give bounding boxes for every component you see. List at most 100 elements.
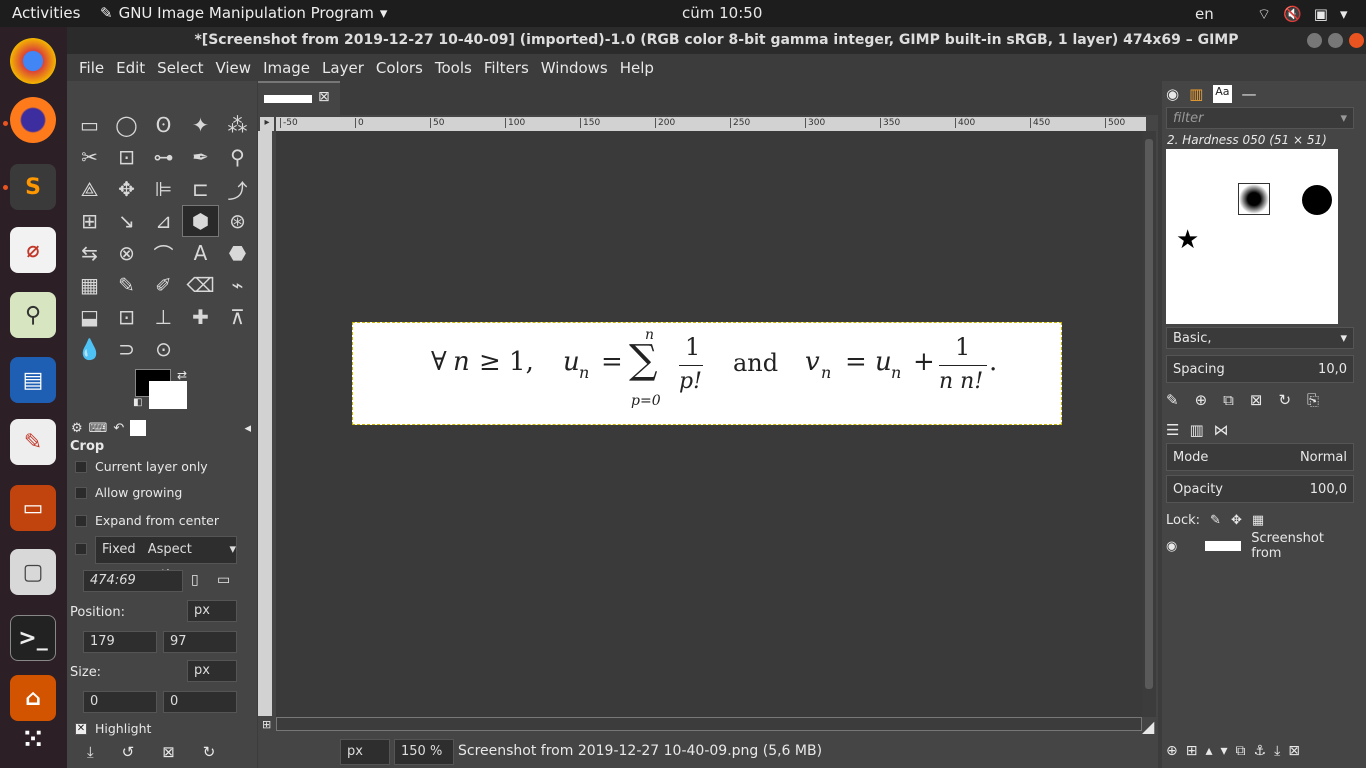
highlight-option[interactable]: ✕ Highlight bbox=[75, 721, 151, 736]
show-apps-icon[interactable]: ⁙ bbox=[10, 717, 56, 763]
duplicate-layer-icon[interactable]: ⧉ bbox=[1236, 743, 1246, 759]
tool-button[interactable]: ⌒ bbox=[145, 237, 182, 269]
language-indicator[interactable]: en bbox=[1195, 5, 1214, 23]
zoom-select[interactable]: 150 % bbox=[394, 739, 454, 765]
lower-layer-icon[interactable]: ▾ bbox=[1221, 743, 1228, 759]
brushes-tab-icon[interactable]: ◉ bbox=[1166, 85, 1179, 103]
tool-button[interactable]: ⊙ bbox=[145, 333, 182, 365]
menu-layer[interactable]: Layer bbox=[316, 54, 370, 81]
delete-options-icon[interactable]: ⊠ bbox=[162, 743, 175, 761]
configure-tab-icon[interactable]: ◂ bbox=[244, 421, 251, 436]
libreoffice-writer-icon[interactable]: ▤ bbox=[10, 357, 56, 403]
activities-button[interactable]: Activities bbox=[12, 4, 80, 22]
delete-brush-icon[interactable]: ⊠ bbox=[1250, 391, 1263, 409]
clock[interactable]: cüm 10:50 bbox=[682, 4, 762, 22]
tool-button[interactable]: ✂ bbox=[71, 141, 108, 173]
brush-filter-input[interactable]: filter ▾ bbox=[1166, 107, 1354, 129]
new-brush-icon[interactable]: ⊕ bbox=[1195, 391, 1208, 409]
minimize-button[interactable] bbox=[1307, 33, 1322, 48]
background-color[interactable] bbox=[149, 381, 187, 409]
tool-button[interactable]: A bbox=[182, 237, 219, 269]
menu-help[interactable]: Help bbox=[614, 54, 660, 81]
tool-button[interactable]: ⌁ bbox=[219, 269, 256, 301]
undo-history-tab-icon[interactable]: ↶ bbox=[113, 421, 124, 436]
spacing-slider[interactable]: Spacing 10,0 bbox=[1166, 355, 1354, 383]
default-colors-icon[interactable]: ◧ bbox=[133, 397, 142, 408]
raise-layer-icon[interactable]: ▴ bbox=[1205, 743, 1212, 759]
size-height-input[interactable]: 0 bbox=[163, 691, 237, 713]
horizontal-scrollbar[interactable] bbox=[276, 717, 1142, 731]
vertical-scrollbar[interactable] bbox=[1142, 131, 1156, 717]
app-menu[interactable]: ✎ GNU Image Manipulation Program ▾ bbox=[100, 4, 387, 22]
tool-button[interactable]: ✦ bbox=[182, 109, 219, 141]
sublime-text-icon[interactable]: S bbox=[10, 164, 56, 210]
selected-brush[interactable] bbox=[1238, 183, 1270, 215]
checkbox[interactable] bbox=[75, 486, 87, 499]
tool-button[interactable]: ⤴ bbox=[219, 173, 256, 205]
close-icon[interactable]: ⊠ bbox=[318, 89, 330, 105]
swap-colors-icon[interactable]: ⇄ bbox=[177, 368, 187, 382]
new-layer-icon[interactable]: ⊕ bbox=[1166, 743, 1178, 759]
tool-button[interactable]: ▭ bbox=[71, 109, 108, 141]
tool-button[interactable]: ⁂ bbox=[219, 109, 256, 141]
save-options-icon[interactable]: ⤓ bbox=[87, 743, 94, 761]
image-canvas[interactable]: ∀ n ≥ 1, u n = n ∑ p=0 1 p! and v n = u … bbox=[352, 322, 1062, 425]
layer-row[interactable]: ◉ Screenshot from bbox=[1166, 531, 1358, 561]
tool-button[interactable]: ⊼ bbox=[219, 301, 256, 333]
tool-button[interactable]: ⌫ bbox=[182, 269, 219, 301]
size-width-input[interactable]: 0 bbox=[83, 691, 157, 713]
maximize-button[interactable] bbox=[1328, 33, 1343, 48]
tool-button[interactable]: ⊡ bbox=[108, 301, 145, 333]
size-unit-select[interactable]: px bbox=[187, 660, 237, 682]
tool-button[interactable]: ⊶ bbox=[145, 141, 182, 173]
menu-view[interactable]: View bbox=[209, 54, 257, 81]
menu-edit[interactable]: Edit bbox=[110, 54, 151, 81]
tool-button[interactable]: ⊿ bbox=[145, 205, 182, 237]
tool-button[interactable]: ⟁ bbox=[71, 173, 108, 205]
image-viewer-icon[interactable]: ⚲ bbox=[10, 292, 56, 338]
tool-button[interactable]: ⬓ bbox=[71, 301, 108, 333]
checkbox[interactable] bbox=[75, 514, 87, 527]
tool-button[interactable]: ◯ bbox=[108, 109, 145, 141]
firefox-icon[interactable] bbox=[10, 97, 56, 143]
lock-alpha-icon[interactable]: ▦ bbox=[1252, 513, 1264, 528]
paths-tab-icon[interactable]: ⋈ bbox=[1214, 421, 1229, 439]
position-x-input[interactable]: 179 bbox=[83, 631, 157, 653]
system-tray[interactable]: ⌔ 🔇 ▣ ▾ bbox=[1257, 5, 1348, 24]
document-viewer-icon[interactable]: ⌀ bbox=[10, 227, 56, 273]
delete-layer-icon[interactable]: ⊠ bbox=[1288, 743, 1300, 759]
portrait-icon[interactable]: ▯ bbox=[191, 572, 199, 588]
quick-mask-toggle-icon[interactable]: ▸ bbox=[260, 117, 274, 131]
image-tab[interactable]: ⊠ bbox=[258, 81, 340, 115]
menu-tools[interactable]: Tools bbox=[429, 54, 478, 81]
tool-button[interactable]: ⬢ bbox=[182, 205, 219, 237]
tool-button[interactable]: ✎ bbox=[108, 269, 145, 301]
tool-button[interactable]: ⬣ bbox=[219, 237, 256, 269]
visibility-eye-icon[interactable]: ◉ bbox=[1166, 539, 1177, 554]
menu-file[interactable]: File bbox=[73, 54, 110, 81]
landscape-icon[interactable]: ▭ bbox=[217, 572, 230, 588]
tool-button[interactable]: ⊛ bbox=[219, 205, 256, 237]
menu-select[interactable]: Select bbox=[151, 54, 209, 81]
star-brush-icon[interactable]: ★ bbox=[1176, 225, 1199, 255]
terminal-icon[interactable]: >_ bbox=[10, 615, 56, 661]
merge-layer-icon[interactable]: ⤓ bbox=[1274, 743, 1280, 759]
duplicate-brush-icon[interactable]: ⧉ bbox=[1223, 391, 1234, 409]
restore-options-icon[interactable]: ↺ bbox=[122, 743, 135, 761]
tool-button[interactable]: ⊫ bbox=[145, 173, 182, 205]
preset-select[interactable]: Basic, ▾ bbox=[1166, 327, 1354, 349]
tool-button[interactable]: ⊃ bbox=[108, 333, 145, 365]
tool-button[interactable]: ⊗ bbox=[108, 237, 145, 269]
brush-grid[interactable]: ★ bbox=[1166, 149, 1338, 324]
tool-button[interactable]: ⊞ bbox=[71, 205, 108, 237]
checkbox[interactable] bbox=[75, 460, 87, 473]
text-editor-icon[interactable]: ✎ bbox=[10, 419, 56, 465]
tool-button[interactable]: ⇆ bbox=[71, 237, 108, 269]
fixed-checkbox[interactable] bbox=[75, 543, 87, 555]
navigate-icon[interactable]: ⊞ bbox=[262, 718, 271, 731]
reset-options-icon[interactable]: ↻ bbox=[203, 743, 216, 761]
close-button[interactable] bbox=[1349, 33, 1364, 48]
position-unit-select[interactable]: px bbox=[187, 600, 237, 622]
checkbox-checked[interactable]: ✕ bbox=[75, 722, 87, 735]
tool-button[interactable]: ✒ bbox=[182, 141, 219, 173]
